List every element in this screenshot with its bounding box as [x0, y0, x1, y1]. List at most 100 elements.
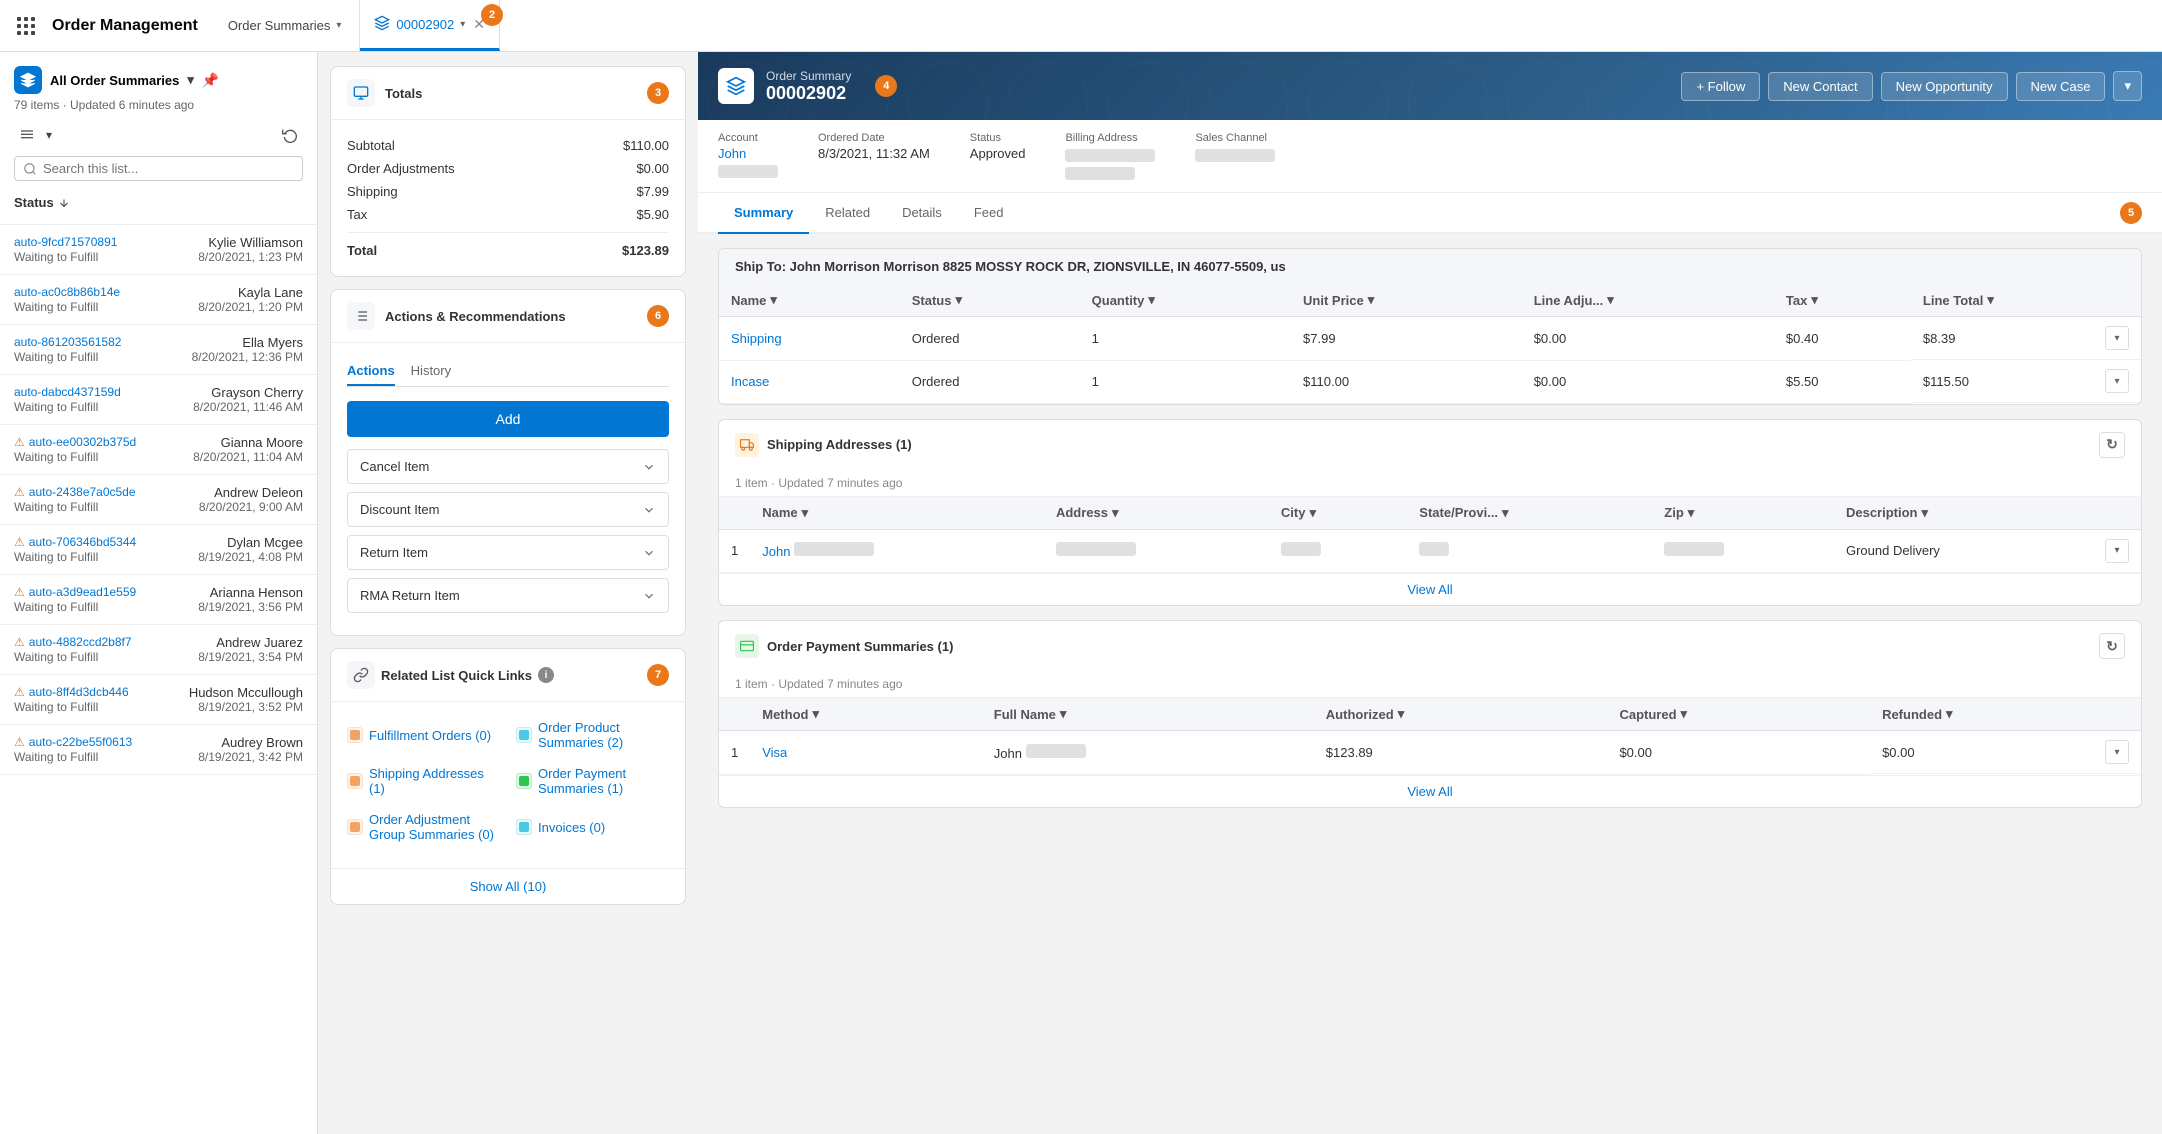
quicklink-item[interactable]: Order Payment Summaries (1)	[516, 762, 669, 800]
ordered-date-label: Ordered Date	[818, 132, 930, 144]
sidebar-pin-icon[interactable]: 📌	[202, 72, 219, 89]
sh-col-desc[interactable]: Description ▾	[1834, 497, 2141, 530]
pay-col-refunded[interactable]: Refunded ▾	[1870, 698, 2141, 731]
list-item[interactable]: ⚠auto-706346bd5344 Dylan Mcgee Waiting t…	[0, 525, 317, 575]
tabs-badge: 5	[2120, 202, 2142, 224]
tab-details[interactable]: Details	[886, 193, 958, 234]
status-field: Status Approved	[970, 132, 1026, 180]
total-final-row: Total$123.89	[347, 232, 669, 262]
shipping-refresh-button[interactable]: ↻	[2099, 432, 2125, 458]
totals-value: $0.00	[636, 161, 669, 176]
totals-label: Subtotal	[347, 138, 395, 153]
pay-col-captured[interactable]: Captured ▾	[1607, 698, 1870, 731]
list-item[interactable]: ⚠auto-c22be55f0613 Audrey Brown Waiting …	[0, 725, 317, 775]
col-tax[interactable]: Tax ▾	[1774, 284, 1911, 317]
refresh-icon[interactable]	[277, 122, 303, 148]
follow-button[interactable]: + Follow	[1681, 72, 1760, 101]
row-dropdown-icon[interactable]: ▾	[2105, 326, 2129, 350]
payment-refresh-button[interactable]: ↻	[2099, 633, 2125, 659]
col-line-total[interactable]: Line Total ▾	[1911, 284, 2141, 317]
sidebar-dropdown-icon[interactable]: ▾	[187, 72, 194, 88]
action-select[interactable]: Return Item	[347, 535, 669, 570]
list-item[interactable]: auto-861203561582 Ella Myers Waiting to …	[0, 325, 317, 375]
col-unit-price[interactable]: Unit Price ▾	[1291, 284, 1522, 317]
row-dropdown-icon[interactable]: ▾	[2105, 539, 2129, 563]
sh-col-zip[interactable]: Zip ▾	[1652, 497, 1834, 530]
action-select[interactable]: Discount Item	[347, 492, 669, 527]
sort-header: Status	[14, 191, 303, 216]
more-actions-button[interactable]: ▾	[2113, 71, 2142, 101]
item-total-cell: $8.39▾	[1911, 317, 2141, 360]
sh-col-address[interactable]: Address ▾	[1044, 497, 1269, 530]
quicklink-item[interactable]: Order Adjustment Group Summaries (0)	[347, 808, 500, 846]
quicklink-item[interactable]: Order Product Summaries (2)	[516, 716, 669, 754]
pay-col-method[interactable]: Method ▾	[750, 698, 982, 731]
tab-history[interactable]: History	[411, 357, 451, 386]
list-item[interactable]: ⚠auto-8ff4d3dcb446 Hudson Mccullough Wai…	[0, 675, 317, 725]
col-quantity[interactable]: Quantity ▾	[1080, 284, 1291, 317]
action-select[interactable]: Cancel Item	[347, 449, 669, 484]
list-item[interactable]: auto-9fcd71570891 Kylie Williamson Waiti…	[0, 225, 317, 275]
item-qty-cell: 1	[1080, 360, 1291, 403]
tab-actions[interactable]: Actions	[347, 357, 395, 386]
item-adj-cell: $0.00	[1522, 360, 1774, 403]
grid-icon[interactable]	[12, 12, 40, 40]
quicklink-icon	[347, 819, 363, 835]
pay-col-fullname[interactable]: Full Name ▾	[982, 698, 1314, 731]
sales-channel-field: Sales Channel	[1195, 132, 1275, 180]
tab-summary[interactable]: Summary	[718, 193, 809, 234]
list-item[interactable]: ⚠auto-4882ccd2b8f7 Andrew Juarez Waiting…	[0, 625, 317, 675]
list-item[interactable]: auto-dabcd437159d Grayson Cherry Waiting…	[0, 375, 317, 425]
list-item[interactable]: ⚠auto-a3d9ead1e559 Arianna Henson Waitin…	[0, 575, 317, 625]
sh-col-state[interactable]: State/Provi... ▾	[1407, 497, 1652, 530]
account-value[interactable]: John	[718, 146, 778, 161]
add-button[interactable]: Add	[347, 401, 669, 437]
sh-col-city[interactable]: City ▾	[1269, 497, 1407, 530]
pay-method-cell[interactable]: Visa	[750, 731, 982, 775]
quicklink-item[interactable]: Invoices (0)	[516, 808, 669, 846]
new-case-button[interactable]: New Case	[2016, 72, 2106, 101]
item-tax-cell: $5.50	[1774, 360, 1911, 403]
row-dropdown-icon[interactable]: ▾	[2105, 740, 2129, 764]
new-contact-button[interactable]: New Contact	[1768, 72, 1872, 101]
tab-feed[interactable]: Feed	[958, 193, 1020, 234]
tab-00002902[interactable]: 00002902 ▾ ✕ 2	[360, 0, 500, 51]
col-line-adj[interactable]: Line Adju... ▾	[1522, 284, 1774, 317]
quicklink-item[interactable]: Fulfillment Orders (0)	[347, 716, 500, 754]
row-num: 1	[719, 731, 750, 775]
totals-card: Totals 3 Subtotal$110.00Order Adjustment…	[330, 66, 686, 277]
list-view-icon[interactable]	[14, 122, 40, 148]
action-select[interactable]: RMA Return Item	[347, 578, 669, 613]
totals-label: Order Adjustments	[347, 161, 455, 176]
table-row: Shipping Ordered 1 $7.99 $0.00 $0.40 $8.…	[719, 317, 2141, 361]
view-dropdown-icon[interactable]: ▾	[46, 128, 52, 142]
row-dropdown-icon[interactable]: ▾	[2105, 369, 2129, 393]
item-name-cell[interactable]: Incase	[719, 360, 900, 403]
order-items-section: Ship To: John Morrison Morrison 8825 MOS…	[718, 248, 2142, 405]
list-item[interactable]: auto-ac0c8b86b14e Kayla Lane Waiting to …	[0, 275, 317, 325]
list-item[interactable]: ⚠auto-ee00302b375d Gianna Moore Waiting …	[0, 425, 317, 475]
item-name-cell[interactable]: Shipping	[719, 317, 900, 361]
pay-col-authorized[interactable]: Authorized ▾	[1314, 698, 1608, 731]
list-item[interactable]: ⚠auto-2438e7a0c5de Andrew Deleon Waiting…	[0, 475, 317, 525]
order-badge: 4	[875, 75, 897, 97]
col-status[interactable]: Status ▾	[900, 284, 1080, 317]
new-opportunity-button[interactable]: New Opportunity	[1881, 72, 2008, 101]
sh-name-cell[interactable]: John	[750, 529, 1044, 573]
payment-view-all[interactable]: View All	[719, 775, 2141, 807]
shipping-view-all[interactable]: View All	[719, 573, 2141, 605]
quicklink-item[interactable]: Shipping Addresses (1)	[347, 762, 500, 800]
quicklinks-grid: Fulfillment Orders (0) Order Product Summ…	[347, 716, 669, 846]
tab-order-summaries[interactable]: Order Summaries ▾	[214, 0, 361, 51]
action-label: Return Item	[360, 545, 428, 560]
sidebar-controls: ▾	[14, 122, 303, 148]
search-input[interactable]	[43, 161, 294, 176]
sh-col-name[interactable]: Name ▾	[750, 497, 1044, 530]
col-name[interactable]: Name ▾	[719, 284, 900, 317]
show-all-button[interactable]: Show All (10)	[331, 868, 685, 904]
actions-header: Actions & Recommendations 6	[331, 290, 685, 343]
sh-desc-cell: Ground Delivery▾	[1834, 530, 2141, 573]
info-icon[interactable]: i	[538, 667, 554, 683]
tab-related[interactable]: Related	[809, 193, 886, 234]
shipping-icon	[735, 433, 759, 457]
